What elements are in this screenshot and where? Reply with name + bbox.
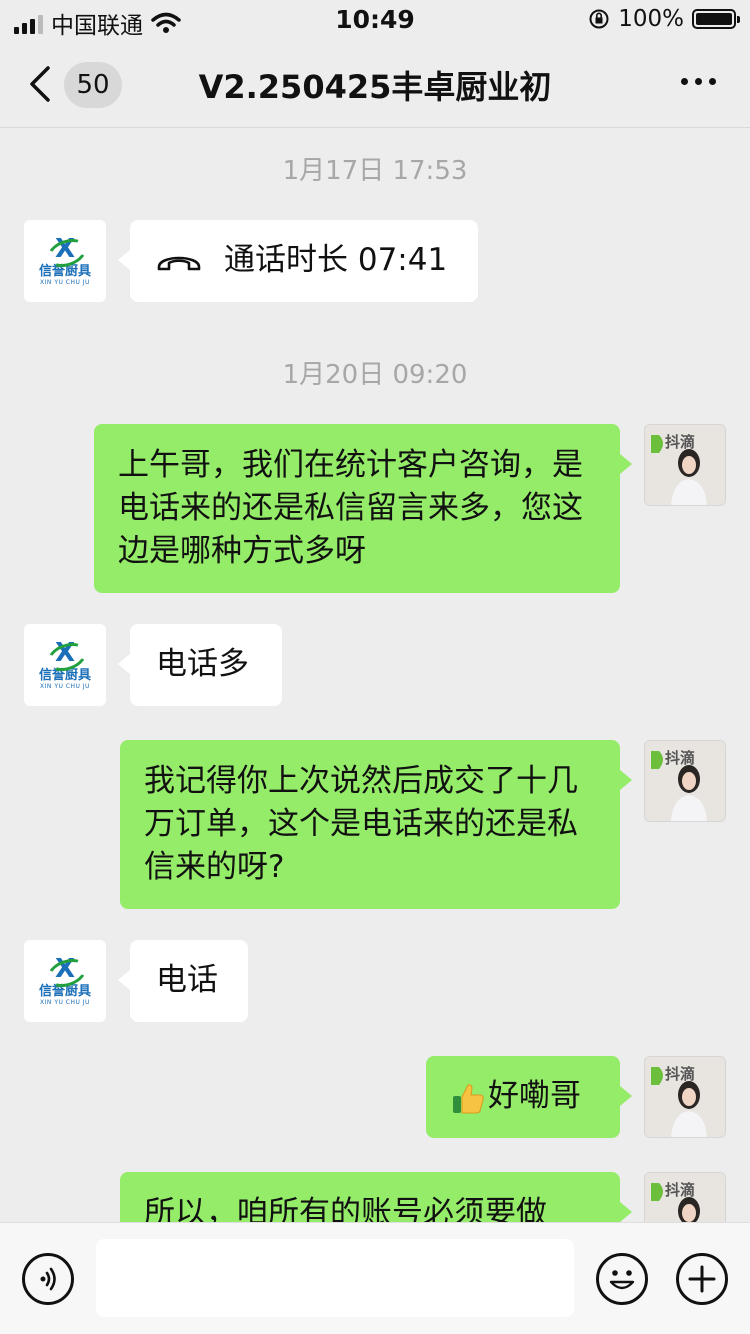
my-avatar[interactable]: 抖滴 (644, 740, 726, 822)
message-text: 我记得你上次说然后成交了十几万订单，这个是电话来的还是私信来的呀? (144, 763, 578, 885)
chat-header: 50 V2.250425丰卓厨业初 (0, 44, 750, 128)
battery-percent: 100% (618, 6, 684, 32)
my-avatar[interactable]: 抖滴 (644, 424, 726, 506)
more-options-button[interactable] (681, 78, 716, 85)
more-functions-button[interactable] (676, 1253, 728, 1305)
call-record-bubble[interactable]: 通话时长 07:41 (118, 220, 478, 302)
battery-icon (692, 9, 740, 29)
chevron-left-icon (30, 66, 50, 102)
voice-input-button[interactable] (22, 1253, 74, 1305)
logo-pinyin: XIN YU CHU JU (40, 998, 90, 1006)
message-timestamp: 1月17日 17:53 (282, 156, 468, 186)
message-text: 好嘞哥 (488, 1078, 581, 1114)
plus-icon (688, 1265, 716, 1293)
contact-avatar[interactable]: X 信誉厨具 XIN YU CHU JU (24, 940, 106, 1022)
status-bar: 中国联通 10:49 100% (0, 0, 750, 44)
my-avatar[interactable]: 抖滴 (644, 1056, 726, 1138)
logo-mark: X (54, 637, 76, 668)
emoji-button[interactable] (596, 1253, 648, 1305)
profile-photo: 抖滴 (645, 1057, 725, 1137)
profile-photo: 抖滴 (645, 1173, 725, 1222)
message-bubble-incoming[interactable]: 电话多 (118, 624, 282, 706)
my-avatar[interactable]: 抖滴 (644, 1172, 726, 1222)
profile-photo: 抖滴 (645, 425, 725, 505)
profile-photo: 抖滴 (645, 741, 725, 821)
logo-text: 抖滴 (665, 749, 695, 767)
input-bar (0, 1222, 750, 1334)
message-text: 电话 (156, 962, 218, 998)
contact-avatar[interactable]: X 信誉厨具 XIN YU CHU JU (24, 220, 106, 302)
message-bubble-incoming[interactable]: 电话 (118, 940, 248, 1022)
logo-text: 抖滴 (665, 433, 695, 451)
logo-pinyin: XIN YU CHU JU (40, 682, 90, 690)
logo-mark: X (54, 233, 76, 264)
message-text: 电话多 (156, 646, 249, 682)
message-bubble-outgoing[interactable]: 好嘞哥 (426, 1056, 632, 1138)
orientation-lock-icon (589, 9, 609, 29)
message-input[interactable] (96, 1239, 574, 1317)
phone-handset-icon (157, 256, 201, 270)
unread-count-badge[interactable]: 50 (64, 62, 122, 108)
logo-mark: X (54, 953, 76, 984)
dot-icon (709, 78, 716, 85)
status-right: 100% (588, 6, 740, 32)
dot-icon (695, 78, 702, 85)
contact-avatar[interactable]: X 信誉厨具 XIN YU CHU JU (24, 624, 106, 706)
thumbs-up-emoji-icon (453, 1083, 484, 1113)
chat-title: V2.250425丰卓厨业初 (198, 68, 552, 106)
dot-icon (681, 78, 688, 85)
message-bubble-outgoing[interactable]: 所以，咱所有的账号必须要做 (120, 1172, 632, 1222)
call-duration-text: 通话时长 07:41 (224, 242, 448, 278)
logo-pinyin: XIN YU CHU JU (40, 278, 90, 286)
message-bubble-outgoing[interactable]: 上午哥，我们在统计客户咨询，是电话来的还是私信留言来多，您这边是哪种方式多呀 (94, 424, 632, 593)
voice-icon (40, 1267, 56, 1291)
message-text: 上午哥，我们在统计客户咨询，是电话来的还是私信留言来多，您这边是哪种方式多呀 (118, 447, 583, 569)
smiley-icon (609, 1270, 635, 1290)
message-text: 所以，咱所有的账号必须要做 (144, 1195, 547, 1222)
message-timestamp: 1月20日 09:20 (282, 360, 468, 390)
logo-text: 抖滴 (665, 1181, 695, 1199)
back-button[interactable] (26, 62, 66, 110)
message-list[interactable]: 1月17日 17:53 X 信誉厨具 XIN YU CHU JU 通话时长 07… (0, 128, 750, 1222)
message-bubble-outgoing[interactable]: 我记得你上次说然后成交了十几万订单，这个是电话来的还是私信来的呀? (120, 740, 632, 909)
logo-text: 抖滴 (665, 1065, 695, 1083)
